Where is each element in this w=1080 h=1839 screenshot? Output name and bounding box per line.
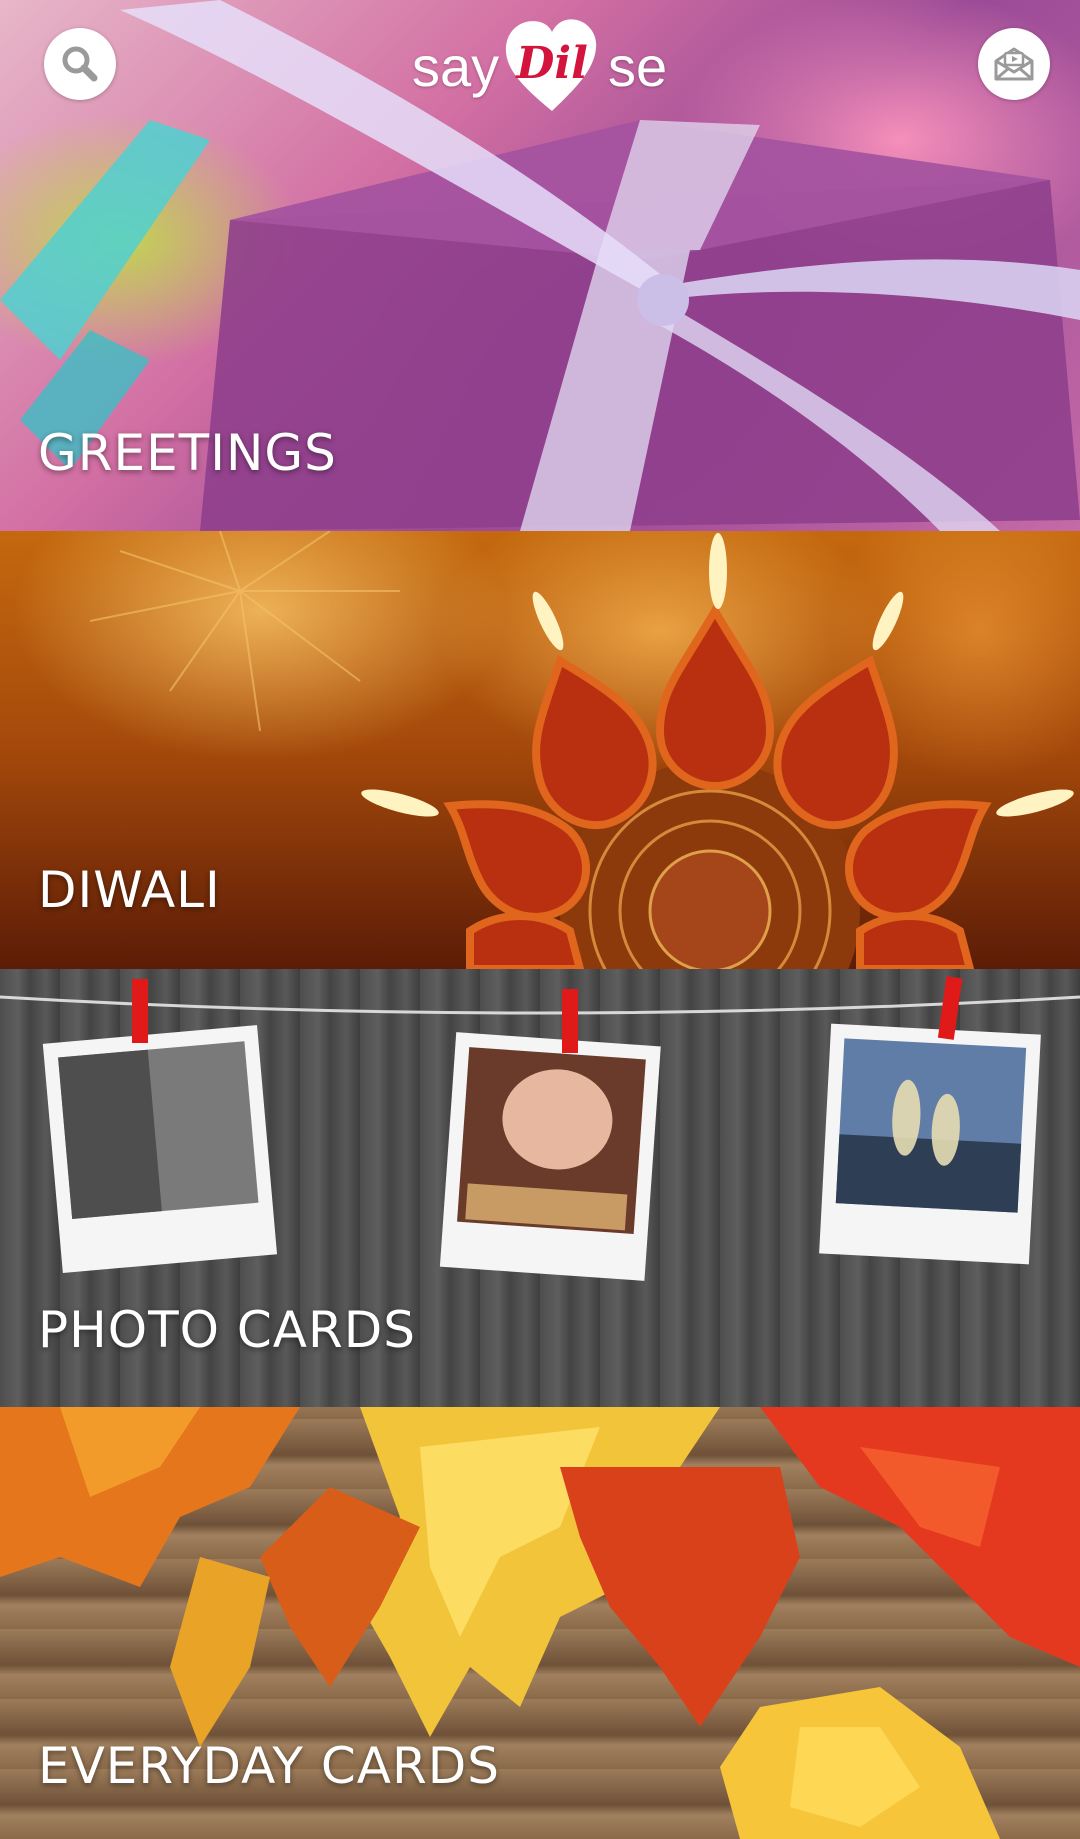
category-label-photo-cards: PHOTO CARDS	[38, 1301, 416, 1359]
envelope-video-icon	[994, 47, 1034, 81]
messages-button[interactable]	[978, 28, 1050, 100]
logo-text-say: say	[412, 35, 500, 98]
category-everyday-cards[interactable]: EVERYDAY CARDS	[0, 1407, 1080, 1839]
category-label-greetings: GREETINGS	[38, 424, 337, 482]
category-diwali[interactable]: DIWALI	[0, 531, 1080, 969]
category-photo-cards[interactable]: PHOTO CARDS	[0, 969, 1080, 1407]
category-label-everyday-cards: EVERYDAY CARDS	[38, 1737, 500, 1795]
heart-logo-icon: Dil	[505, 19, 597, 111]
logo-text-se: se	[608, 35, 668, 98]
saydilse-logo: say Dil se	[412, 16, 668, 116]
logo-text-dil: Dil	[514, 38, 588, 89]
app-root: say Dil se GREETINGS DIWALI PHOTO CARDS …	[0, 0, 1080, 1839]
search-button[interactable]	[44, 28, 116, 100]
search-icon	[62, 46, 98, 82]
category-label-diwali: DIWALI	[38, 861, 221, 919]
top-bar: say Dil se	[0, 0, 1080, 120]
